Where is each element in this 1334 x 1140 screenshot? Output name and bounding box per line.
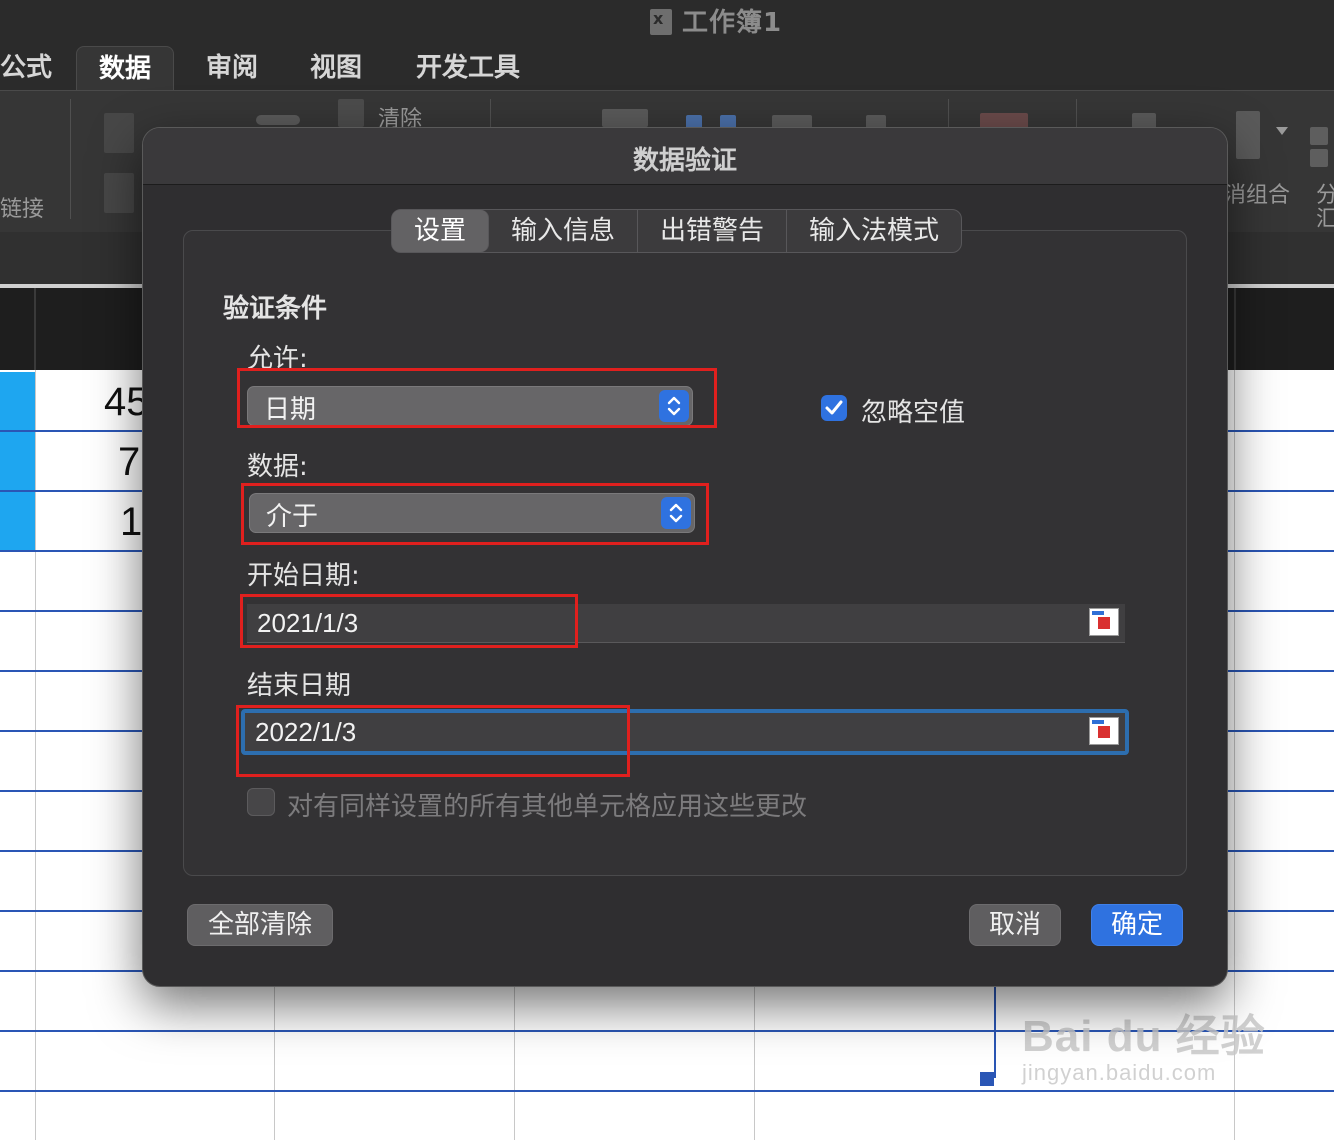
data-label: 数据: xyxy=(247,452,308,482)
ignore-blank-checkbox[interactable] xyxy=(821,395,847,421)
range-selector-icon[interactable] xyxy=(1089,608,1119,636)
links-label[interactable]: 链接 xyxy=(0,191,44,223)
tab-ime-mode[interactable]: 输入法模式 xyxy=(787,210,961,252)
ignore-blank-label[interactable]: 忽略空值 xyxy=(861,392,965,429)
text-to-columns-icon[interactable] xyxy=(602,109,648,127)
subtotal-label-2[interactable]: 汇 xyxy=(1316,201,1334,233)
settings-panel xyxy=(183,230,1187,876)
sort-az-icon[interactable] xyxy=(104,113,134,153)
ok-button[interactable]: 确定 xyxy=(1091,904,1183,946)
apply-all-label[interactable]: 对有同样设置的所有其他单元格应用这些更改 xyxy=(287,786,807,823)
fill-handle[interactable] xyxy=(980,1072,994,1086)
start-date-label: 开始日期: xyxy=(247,561,360,591)
cell-value[interactable]: 1 xyxy=(120,500,142,545)
selection-border xyxy=(994,978,996,1078)
tab-developer[interactable]: 开发工具 xyxy=(394,46,542,90)
clear-filter-icon[interactable] xyxy=(338,99,364,127)
annotation-highlight-data xyxy=(241,483,709,545)
excel-file-icon xyxy=(650,9,672,35)
sort-za-icon[interactable] xyxy=(104,173,134,213)
tab-formulas[interactable]: 公式 xyxy=(0,46,74,90)
baidu-jingyan-watermark: Bai du 经验 jingyan.baidu.com xyxy=(1022,1000,1266,1086)
grid-column-line xyxy=(35,370,36,1140)
data-validation-dialog: 数据验证 设置 输入信息 出错警告 输入法模式 验证条件 允许: 日期 忽略空值… xyxy=(142,127,1228,987)
dialog-tab-control: 设置 输入信息 出错警告 输入法模式 xyxy=(391,209,963,253)
tab-view[interactable]: 视图 xyxy=(288,46,384,90)
section-title: 验证条件 xyxy=(223,294,328,324)
ribbon-tab-bar: 公式 数据 审阅 视图 开发工具 xyxy=(0,40,1334,91)
ribbon-separator xyxy=(70,99,71,219)
checkmark-icon xyxy=(825,400,843,415)
clear-all-button[interactable]: 全部清除 xyxy=(187,904,333,946)
watermark-brand: Bai du 经验 xyxy=(1022,1012,1266,1061)
filter-icon[interactable] xyxy=(256,115,300,125)
tab-error-alert[interactable]: 出错警告 xyxy=(638,210,788,252)
annotation-highlight-start xyxy=(240,594,578,648)
ungroup-icon[interactable] xyxy=(1236,111,1260,159)
end-date-label: 结束日期 xyxy=(247,671,352,701)
annotation-highlight-end xyxy=(236,705,630,777)
hide-detail-icon[interactable] xyxy=(1310,149,1328,167)
tab-data[interactable]: 数据 xyxy=(76,46,175,91)
show-detail-icon[interactable] xyxy=(1310,127,1328,145)
ungroup-dropdown-icon[interactable] xyxy=(1276,127,1288,135)
tab-input-message[interactable]: 输入信息 xyxy=(489,210,639,252)
range-selector-icon[interactable] xyxy=(1089,717,1119,745)
window-titlebar: 工作簿1 xyxy=(0,0,1334,40)
selected-cell[interactable] xyxy=(0,372,36,430)
dialog-titlebar: 数据验证 xyxy=(143,128,1227,185)
column-divider xyxy=(34,288,36,370)
cell-value[interactable]: 7 xyxy=(118,440,140,485)
apply-all-checkbox[interactable] xyxy=(247,788,275,816)
grid-row-line xyxy=(0,1090,1334,1092)
selected-cell[interactable] xyxy=(0,492,36,550)
annotation-highlight-allow xyxy=(237,368,717,428)
selected-cell[interactable] xyxy=(0,432,36,490)
ungroup-label[interactable]: 消组合 xyxy=(1224,177,1290,209)
tab-review[interactable]: 审阅 xyxy=(184,46,280,90)
tab-settings[interactable]: 设置 xyxy=(392,210,490,252)
column-divider xyxy=(1234,288,1236,370)
dialog-title: 数据验证 xyxy=(632,146,737,176)
window-title: 工作簿1 xyxy=(650,2,782,39)
cancel-button[interactable]: 取消 xyxy=(969,904,1061,946)
